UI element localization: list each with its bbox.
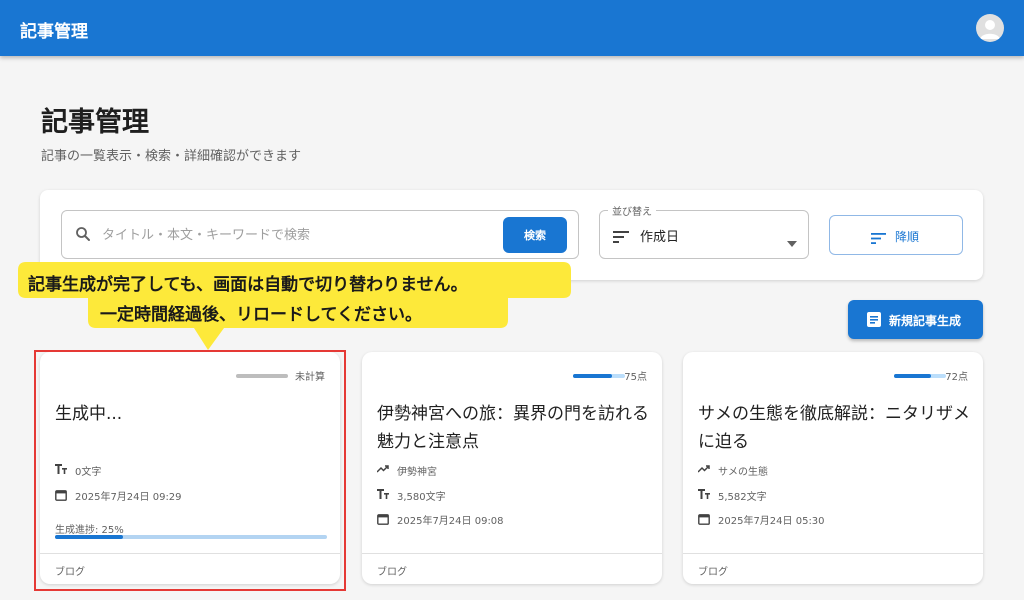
- page-title: 記事管理: [41, 107, 149, 138]
- score-bar-fill: [573, 374, 612, 378]
- article-title: 生成中...: [55, 404, 123, 424]
- article-category: ブログ: [698, 567, 728, 578]
- keyword-text: サメの生態: [718, 467, 768, 478]
- progress-bar: [55, 535, 327, 539]
- article-card[interactable]: 未計算 生成中... 0文字 2025年7月24日 09:29 生成進捗: 25…: [40, 352, 340, 584]
- search-button[interactable]: 検索: [503, 217, 567, 253]
- progress-bar-fill: [55, 535, 123, 539]
- article-card[interactable]: 75点 伊勢神宮への旅：異界の門を訪れる魅力と注意点 伊勢神宮 3,580文字 …: [362, 352, 662, 584]
- calendar-icon: [377, 513, 389, 528]
- text-size-icon: [698, 489, 710, 502]
- score-bar: [894, 374, 946, 378]
- user-avatar-icon[interactable]: [976, 14, 1004, 42]
- card-divider: [40, 553, 340, 554]
- new-article-label: 新規記事生成: [889, 314, 962, 328]
- search-field: 検索: [61, 210, 579, 259]
- card-divider: [683, 553, 983, 554]
- article-title: サメの生態を徹底解説：ニタリザメに迫る: [698, 404, 970, 452]
- sort-select-label: 並び替え: [608, 203, 656, 218]
- article-category: ブログ: [55, 567, 85, 578]
- word-count-text: 0文字: [75, 467, 102, 478]
- sort-select-value: 作成日: [640, 230, 680, 245]
- score-text: 72点: [945, 372, 968, 383]
- word-count-text: 3,580文字: [397, 492, 446, 503]
- score-bar: [236, 374, 288, 378]
- search-icon: [74, 225, 92, 247]
- sort-order-icon: [871, 229, 886, 248]
- sort-select[interactable]: 並び替え 作成日: [599, 203, 809, 259]
- card-divider: [362, 553, 662, 554]
- search-input[interactable]: [102, 225, 482, 245]
- sort-icon: [613, 228, 629, 247]
- article-category: ブログ: [377, 567, 407, 578]
- score-text: 75点: [624, 372, 647, 383]
- article-icon: [867, 312, 881, 331]
- score-text: 未計算: [295, 372, 325, 383]
- article-card[interactable]: 72点 サメの生態を徹底解説：ニタリザメに迫る サメの生態 5,582文字 20…: [683, 352, 983, 584]
- app-title: 記事管理: [20, 22, 88, 42]
- order-toggle-button[interactable]: 降順: [829, 215, 963, 255]
- created-date-text: 2025年7月24日 09:29: [75, 492, 182, 503]
- text-size-icon: [55, 464, 67, 477]
- notice-line-2: 一定時間経過後、リロードしてください。: [100, 305, 422, 325]
- keyword-text: 伊勢神宮: [397, 467, 437, 478]
- score-bar: [573, 374, 625, 378]
- dropdown-arrow-icon: [787, 232, 797, 251]
- notice-callout: 記事生成が完了しても、画面は自動で切り替わりません。 一定時間経過後、リロードし…: [18, 262, 571, 350]
- word-count-text: 5,582文字: [718, 492, 767, 503]
- page-subtitle: 記事の一覧表示・検索・詳細確認ができます: [41, 149, 302, 164]
- score-bar-fill: [894, 374, 932, 378]
- calendar-icon: [55, 489, 67, 504]
- calendar-icon: [698, 513, 710, 528]
- progress-label: 生成進捗: 25%: [55, 525, 124, 536]
- new-article-button[interactable]: 新規記事生成: [848, 300, 983, 339]
- notice-line-1: 記事生成が完了しても、画面は自動で切り替わりません。: [28, 275, 468, 295]
- app-bar: 記事管理: [0, 0, 1024, 56]
- trending-icon: [697, 464, 710, 477]
- article-title: 伊勢神宮への旅：異界の門を訪れる魅力と注意点: [377, 404, 649, 452]
- text-size-icon: [377, 489, 389, 502]
- trending-icon: [376, 464, 389, 477]
- created-date-text: 2025年7月24日 09:08: [397, 516, 504, 527]
- created-date-text: 2025年7月24日 05:30: [718, 516, 825, 527]
- order-toggle-label: 降順: [895, 230, 920, 244]
